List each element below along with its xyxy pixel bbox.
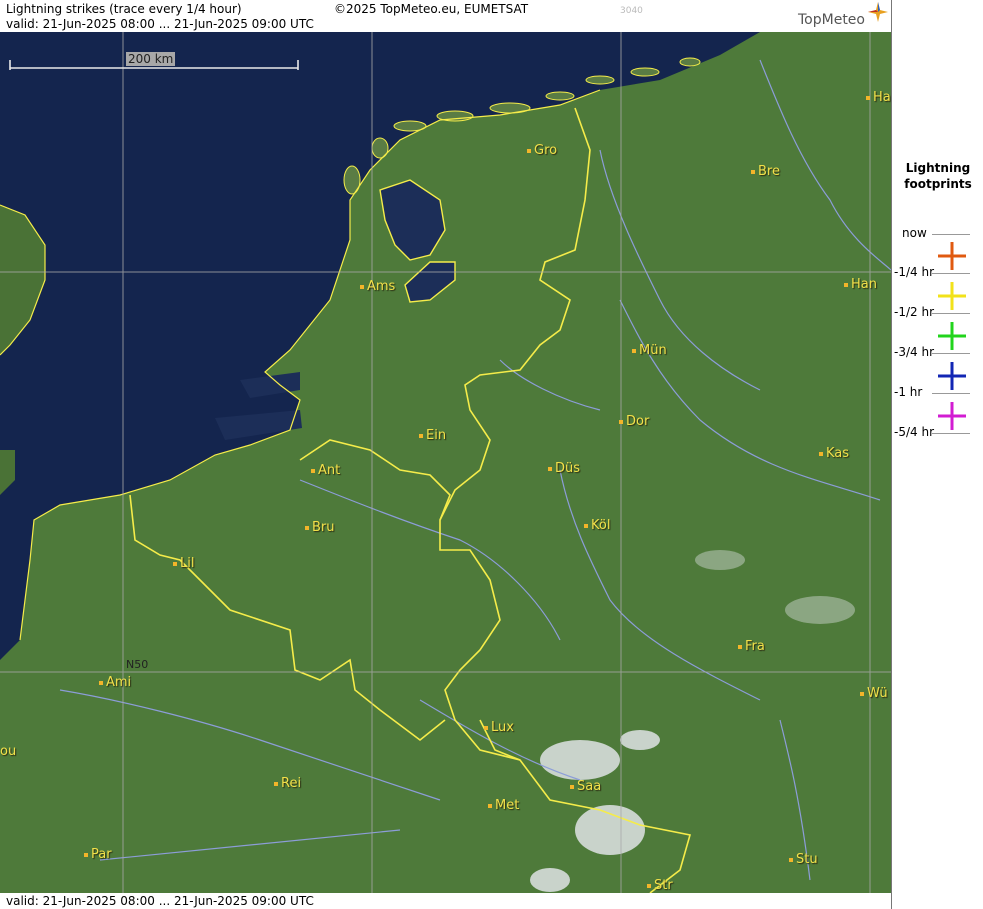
city-wurzburg[interactable]: Wü: [860, 686, 888, 701]
copyright-text: ©2025 TopMeteo.eu, EUMETSAT: [334, 2, 529, 16]
legend-label-five-quarter: -5/4 hr: [894, 425, 934, 439]
map-canvas: [0, 32, 891, 893]
city-lille[interactable]: Lil: [173, 556, 194, 571]
lightning-three-quarter-icon: [938, 362, 966, 390]
city-amiens[interactable]: Ami: [99, 675, 131, 690]
city-reims[interactable]: Rei: [274, 776, 301, 791]
city-stuttgart[interactable]: Stu: [789, 852, 818, 867]
city-luxembourg[interactable]: Lux: [484, 720, 514, 735]
topmeteo-logo: TopMeteo: [798, 12, 865, 28]
city-amsterdam[interactable]: Ams: [360, 279, 395, 294]
legend-label-half: -1/2 hr: [894, 305, 934, 319]
legend-label-three-quarter: -3/4 hr: [894, 345, 934, 359]
legend-panel: Lightning footprints now -1/4 hr -1/2 hr…: [891, 0, 983, 909]
city-brussels[interactable]: Bru: [305, 520, 335, 535]
legend-title-line1: Lightning: [905, 161, 971, 175]
legend-title-line2: footprints: [904, 177, 972, 191]
city-antwerp[interactable]: Ant: [311, 463, 340, 478]
legend-label-one-hour: -1 hr: [894, 385, 923, 399]
city-bremen[interactable]: Bre: [751, 164, 780, 179]
valid-time-bottom: valid: 21-Jun-2025 08:00 ... 21-Jun-2025…: [6, 894, 314, 908]
city-koln[interactable]: Köl: [584, 518, 610, 533]
city-munster[interactable]: Mün: [632, 343, 667, 358]
legend-divider: [932, 234, 970, 235]
city-hamburg[interactable]: Ha: [866, 90, 891, 105]
lightning-half-icon: [938, 322, 966, 350]
legend-label-quarter: -1/4 hr: [894, 265, 934, 279]
city-kassel[interactable]: Kas: [819, 446, 849, 461]
city-metz[interactable]: Met: [488, 798, 519, 813]
city-groningen[interactable]: Gro: [527, 143, 557, 158]
map-title: Lightning strikes (trace every 1/4 hour): [6, 2, 242, 16]
valid-time-top: valid: 21-Jun-2025 08:00 ... 21-Jun-2025…: [6, 17, 314, 31]
city-saarbrucken[interactable]: Saa: [570, 779, 601, 794]
city-eindhoven[interactable]: Ein: [419, 428, 446, 443]
legend-title: Lightning footprints: [892, 160, 983, 192]
scale-label: 200 km: [126, 52, 176, 66]
city-paris[interactable]: Par: [84, 847, 112, 862]
city-rouen[interactable]: ou: [0, 744, 16, 759]
map-footer: valid: 21-Jun-2025 08:00 ... 21-Jun-2025…: [0, 893, 891, 909]
lightning-one-hour-icon: [938, 402, 966, 430]
latitude-label: N50: [126, 658, 149, 671]
city-hannover[interactable]: Han: [844, 277, 877, 292]
map-header: Lightning strikes (trace every 1/4 hour)…: [0, 0, 891, 32]
satellite-map[interactable]: 200 km N50 Gro Bre Ha Ams Han Mün Dor Ei…: [0, 32, 891, 893]
city-dusseldorf[interactable]: Düs: [548, 461, 580, 476]
city-dortmund[interactable]: Dor: [619, 414, 649, 429]
compass-star-icon: [868, 2, 888, 22]
lightning-now-icon: [938, 242, 966, 270]
legend-label-now: now: [902, 226, 927, 240]
lightning-quarter-icon: [938, 282, 966, 310]
legend-crosses: [938, 242, 966, 430]
city-strasbourg[interactable]: Str: [647, 878, 673, 893]
map-code: 3040: [620, 6, 643, 16]
city-frankfurt[interactable]: Fra: [738, 639, 765, 654]
